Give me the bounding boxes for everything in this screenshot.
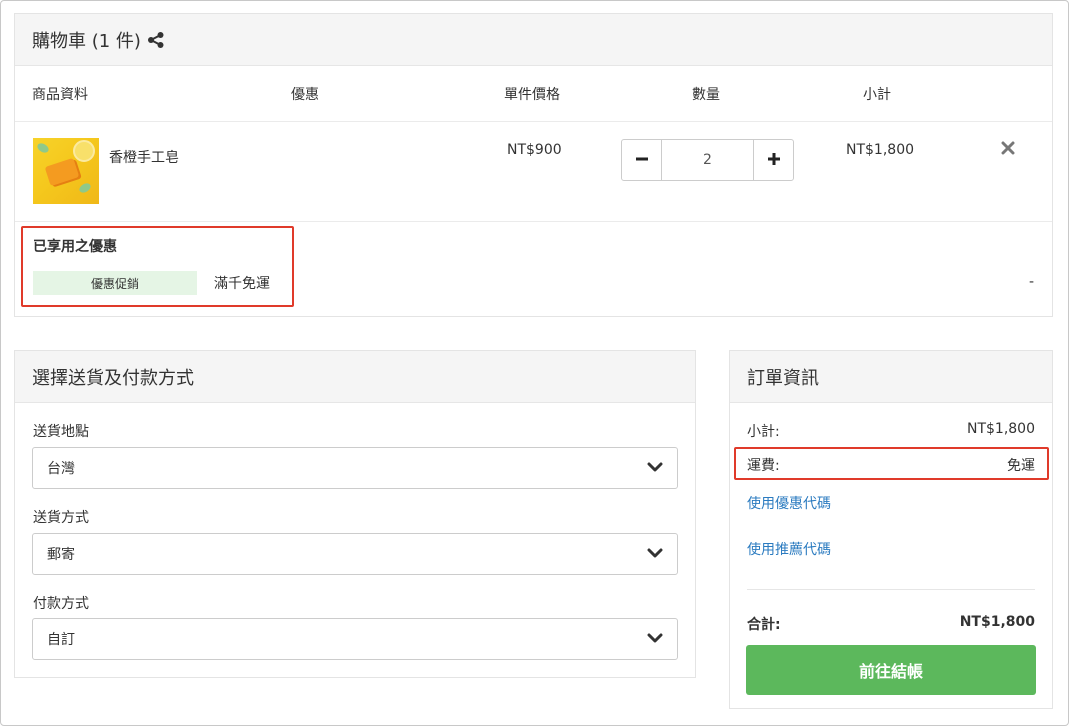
decrease-quantity-button[interactable] <box>622 140 662 180</box>
col-discount: 優惠 <box>291 87 319 103</box>
shipping-fee-value: 免運 <box>1007 458 1035 474</box>
increase-quantity-button[interactable] <box>753 140 793 180</box>
method-label: 送貨方式 <box>33 510 89 526</box>
minus-icon <box>635 151 649 170</box>
total-label: 合計: <box>747 617 781 633</box>
shipping-header: 選擇送貨及付款方式 <box>15 351 695 403</box>
shipping-method-select[interactable]: 郵寄 <box>32 533 678 575</box>
share-icon[interactable] <box>147 31 165 49</box>
shipping-title: 選擇送貨及付款方式 <box>32 367 194 389</box>
subtotal-row: 小計: NT$1,800 <box>747 421 1035 441</box>
product-name[interactable]: 香橙手工皂 <box>109 147 179 167</box>
promo-tag: 優惠促銷 <box>33 271 197 295</box>
product-image[interactable] <box>33 138 99 204</box>
quantity-input[interactable]: 2 <box>662 140 753 180</box>
divider <box>15 121 1052 122</box>
order-summary-panel: 訂單資訊 小計: NT$1,800 運費: 免運 使用優惠代碼 使用推薦代碼 合… <box>729 350 1053 709</box>
chevron-down-icon <box>647 631 663 647</box>
unit-price: NT$900 <box>507 142 562 158</box>
location-select[interactable]: 台灣 <box>32 447 678 489</box>
chevron-down-icon <box>647 460 663 476</box>
applied-promo-title: 已享用之優惠 <box>33 239 117 255</box>
promo-description: 滿千免運 <box>214 276 270 292</box>
plus-icon <box>767 151 781 170</box>
divider <box>747 589 1035 590</box>
subtotal-value: NT$1,800 <box>966 421 1035 437</box>
payment-value: 自訂 <box>47 632 75 648</box>
close-icon[interactable] <box>1001 140 1015 159</box>
order-header: 訂單資訊 <box>730 351 1052 403</box>
quantity-stepper: 2 <box>621 139 794 181</box>
coupon-code-link[interactable]: 使用優惠代碼 <box>747 493 831 513</box>
promo-amount: - <box>1029 274 1035 290</box>
subtotal-label: 小計: <box>747 424 780 440</box>
col-product: 商品資料 <box>32 87 88 103</box>
total-row: 合計: NT$1,800 <box>747 614 1035 634</box>
location-value: 台灣 <box>47 461 75 477</box>
col-subtotal: 小計 <box>863 87 891 103</box>
method-value: 郵寄 <box>47 547 75 563</box>
payment-label: 付款方式 <box>33 596 89 612</box>
shipping-fee-row: 運費: 免運 <box>747 455 1035 475</box>
order-title: 訂單資訊 <box>747 367 819 389</box>
payment-method-select[interactable]: 自訂 <box>32 618 678 660</box>
divider <box>15 221 1052 222</box>
location-label: 送貨地點 <box>33 424 89 440</box>
shipping-fee-label: 運費: <box>747 458 780 474</box>
cart-title: 購物車 (1 件) <box>32 30 141 52</box>
col-quantity: 數量 <box>692 87 720 103</box>
referral-code-link[interactable]: 使用推薦代碼 <box>747 539 831 559</box>
cart-panel: 購物車 (1 件) 商品資料 優惠 單件價格 數量 小計 香橙手工皂 NT$90… <box>14 13 1053 317</box>
chevron-down-icon <box>647 546 663 562</box>
col-unit-price: 單件價格 <box>504 87 560 103</box>
shipping-payment-panel: 選擇送貨及付款方式 送貨地點 台灣 送貨方式 郵寄 付款方式 自訂 <box>14 350 696 678</box>
item-subtotal: NT$1,800 <box>846 142 915 158</box>
checkout-button[interactable]: 前往結帳 <box>746 645 1036 695</box>
cart-header: 購物車 (1 件) <box>15 14 1052 66</box>
total-value: NT$1,800 <box>959 614 1035 630</box>
